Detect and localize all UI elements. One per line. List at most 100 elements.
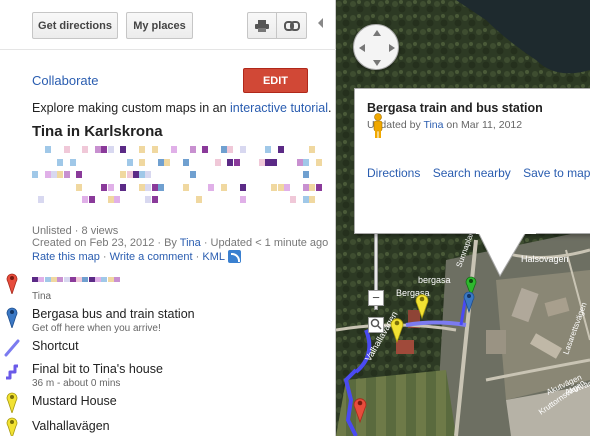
feature-item[interactable]: Shortcut — [0, 337, 336, 359]
pan-arrows-icon — [359, 30, 395, 66]
redaction-pixel — [57, 171, 64, 178]
redaction-pixel — [76, 183, 83, 191]
directions-link[interactable]: Directions — [367, 166, 429, 180]
kml-link[interactable]: KML — [202, 251, 225, 263]
info-actions: Directions Search nearby Save to map — [367, 166, 590, 180]
redaction-pixel — [221, 146, 227, 153]
yellow-pin-icon — [6, 417, 18, 436]
redaction-pixel — [309, 196, 316, 203]
pegman-icon[interactable] — [371, 113, 385, 139]
print-icon — [255, 19, 269, 32]
zoom-out-button[interactable]: − — [368, 290, 384, 306]
created-line: Created on Feb 23, 2012 · By Tina · Upda… — [32, 237, 328, 249]
redaction-pixel — [44, 146, 51, 153]
redaction-pixel — [38, 277, 45, 282]
collaborate-link[interactable]: Collaborate — [32, 73, 99, 88]
redaction-pixel — [302, 158, 309, 166]
redaction-pixel — [145, 171, 152, 178]
feature-name: Final bit to Tina's house — [32, 362, 163, 376]
get-directions-button[interactable]: Get directions — [32, 12, 118, 39]
feature-item[interactable]: Final bit to Tina's house 36 m - about 0… — [0, 360, 336, 392]
redacted-description — [32, 146, 322, 208]
toolbar: Get directions My places — [0, 0, 336, 50]
redaction-pixel — [139, 183, 146, 191]
save-to-map-link[interactable]: Save to map — [523, 166, 590, 180]
redaction-pixel — [265, 158, 272, 166]
print-button[interactable] — [247, 12, 277, 39]
redaction-pixel — [221, 183, 227, 191]
redaction-pixel — [101, 277, 108, 282]
redaction-pixel — [284, 183, 290, 191]
feature-item[interactable]: Valhallavägen — [0, 415, 336, 436]
line-icon — [4, 339, 20, 357]
created-suffix: · Updated < 1 minute ago — [200, 237, 329, 249]
redaction-pixel — [95, 277, 101, 282]
redaction-pixel — [95, 146, 101, 153]
redaction-pixel — [189, 171, 196, 178]
feature-item[interactable]: Mustard House — [0, 390, 336, 414]
redaction-pixel — [195, 196, 202, 203]
link-button[interactable] — [277, 12, 307, 39]
street-label: bergasa — [418, 275, 451, 285]
redaction-pixel — [57, 158, 64, 166]
redaction-pixel — [107, 146, 114, 153]
collapse-panel-icon[interactable] — [318, 18, 323, 28]
map-title: Tina in Karlskrona — [32, 123, 163, 140]
redaction-pixel — [239, 183, 246, 191]
redaction-pixel — [69, 277, 76, 282]
redaction-pixel — [151, 146, 158, 153]
redaction-pixel — [107, 196, 114, 203]
redaction-pixel — [265, 146, 272, 153]
zoom-to-area-icon[interactable] — [368, 317, 384, 333]
redaction-pixel — [44, 277, 51, 282]
redaction-pixel — [277, 146, 284, 153]
pan-control[interactable] — [353, 24, 399, 70]
redaction-pixel — [120, 183, 127, 191]
redaction-pixel — [63, 171, 70, 178]
redaction-pixel — [239, 146, 246, 153]
redaction-pixel — [139, 158, 146, 166]
search-nearby-link[interactable]: Search nearby — [433, 166, 520, 180]
feature-name-redacted — [32, 275, 122, 285]
redaction-pixel — [113, 277, 120, 282]
rate-map-link[interactable]: Rate this map — [32, 251, 100, 263]
author-link[interactable]: Tina — [180, 237, 201, 249]
redaction-pixel — [158, 183, 164, 191]
explore-suffix: . — [327, 101, 332, 115]
redaction-pixel — [151, 183, 158, 191]
redaction-pixel — [50, 277, 57, 282]
redaction-pixel — [82, 146, 89, 153]
redaction-pixel — [271, 183, 278, 191]
info-updated: Updated by Tina on Mar 11, 2012 — [367, 119, 522, 131]
kml-network-icon[interactable] — [228, 250, 241, 263]
redaction-pixel — [57, 277, 64, 282]
feature-sub: Tina — [32, 291, 52, 302]
path-icon — [6, 364, 18, 380]
separator: · — [99, 251, 110, 263]
write-comment-link[interactable]: Write a comment — [110, 251, 193, 263]
feature-item[interactable]: Tina — [0, 270, 336, 306]
redaction-pixel — [214, 158, 221, 166]
redaction-pixel — [164, 158, 171, 166]
interactive-tutorial-link[interactable]: interactive tutorial — [230, 101, 328, 115]
redaction-pixel — [170, 146, 177, 153]
redaction-pixel — [309, 146, 316, 153]
redaction-pixel — [113, 196, 120, 203]
redaction-pixel — [120, 171, 127, 178]
created-prefix: Created on Feb 23, 2012 · By — [32, 237, 180, 249]
redaction-pixel — [258, 158, 265, 166]
feature-item[interactable]: Bergasa bus and train station Get off he… — [0, 304, 336, 336]
redaction-pixel — [69, 158, 76, 166]
redaction-pixel — [88, 277, 95, 282]
edit-button[interactable]: EDIT — [243, 68, 308, 93]
info-author-link[interactable]: Tina — [423, 119, 443, 131]
redaction-pixel — [315, 158, 322, 166]
redaction-pixel — [183, 158, 190, 166]
redaction-pixel — [296, 158, 303, 166]
satellite-map[interactable]: bergasa Bergasa Halsovagen Valhallavägen… — [336, 0, 590, 436]
redaction-pixel — [107, 277, 114, 282]
feature-name: Bergasa bus and train station — [32, 307, 195, 321]
redaction-pixel — [101, 146, 108, 153]
my-places-button[interactable]: My places — [126, 12, 193, 39]
redaction-pixel — [50, 171, 57, 178]
